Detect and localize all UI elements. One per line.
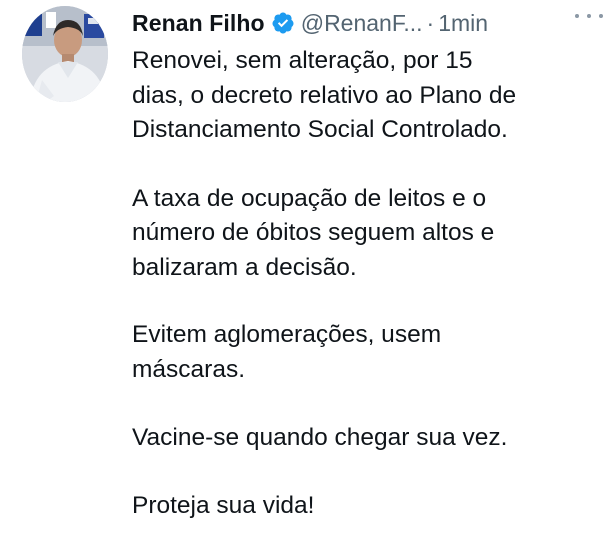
tweet-timestamp[interactable]: 1min [438, 10, 488, 37]
more-dot [599, 14, 603, 18]
tweet-header: Renan Filho @RenanF... · 1min [132, 8, 591, 38]
tweet-paragraph: Vacine-se quando chegar sua vez. [132, 421, 592, 456]
tweet-line: dias, o decreto relativo ao Plano de [132, 81, 517, 109]
tweet-line: Renovei, sem alteração, por 15 [132, 47, 473, 74]
more-dot [587, 14, 591, 18]
tweet-line: Evitem aglomerações, usem [132, 321, 442, 348]
tweet-line: Distanciamento Social Controlado. [132, 116, 508, 143]
tweet-line: Proteja sua vida! [132, 491, 315, 519]
tweet-text: Renovei, sem alteração, por 15 dias, o d… [132, 44, 592, 523]
more-horizontal-icon[interactable] [575, 9, 603, 23]
tweet-line: número de óbitos seguem altos e [132, 219, 495, 246]
tweet-line: Vacine-se quando chegar sua vez. [132, 424, 508, 451]
verified-badge-icon [271, 11, 295, 35]
tweet-paragraph: A taxa de ocupação de leitos e o número … [132, 182, 592, 286]
meta-separator: · [426, 9, 435, 36]
avatar[interactable] [22, 6, 108, 102]
profile-photo-icon [22, 6, 108, 102]
tweet-card[interactable]: Renan Filho @RenanF... · 1min Renovei, s… [0, 0, 605, 560]
tweet-line: A taxa de ocupação de leitos e o [132, 184, 487, 212]
tweet-paragraph: Renovei, sem alteração, por 15 dias, o d… [132, 44, 592, 148]
author-display-name[interactable]: Renan Filho [132, 10, 265, 37]
author-handle[interactable]: @RenanF... [301, 10, 423, 37]
tweet-paragraph: Evitem aglomerações, usem máscaras. [132, 318, 592, 387]
tweet-line: máscaras. [132, 355, 246, 383]
tweet-line: balizaram a decisão. [132, 253, 357, 281]
more-dot [575, 14, 579, 18]
tweet-paragraph: Proteja sua vida! [132, 489, 592, 524]
